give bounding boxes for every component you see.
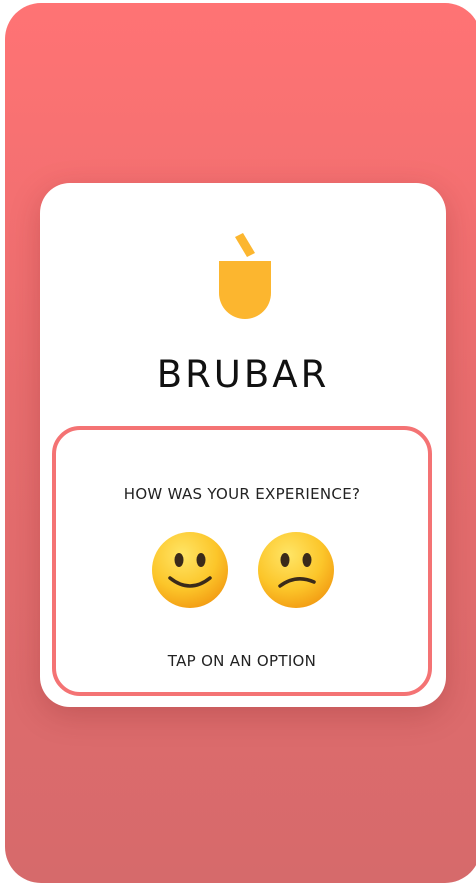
feedback-card: BRUBAR HOW WAS YOUR EXPERIENCE? TAP ON A… [40,183,446,707]
rating-panel: HOW WAS YOUR EXPERIENCE? TAP ON AN OPTIO… [52,426,432,696]
screen-background: BRUBAR HOW WAS YOUR EXPERIENCE? TAP ON A… [5,3,476,883]
brand-name: BRUBAR [156,353,330,396]
happy-face-icon[interactable] [150,530,230,610]
cup-icon [219,233,271,319]
rating-hint: TAP ON AN OPTION [167,652,317,670]
rating-options [56,530,428,612]
rating-question: HOW WAS YOUR EXPERIENCE? [123,485,361,503]
confused-face-icon[interactable] [256,530,336,610]
